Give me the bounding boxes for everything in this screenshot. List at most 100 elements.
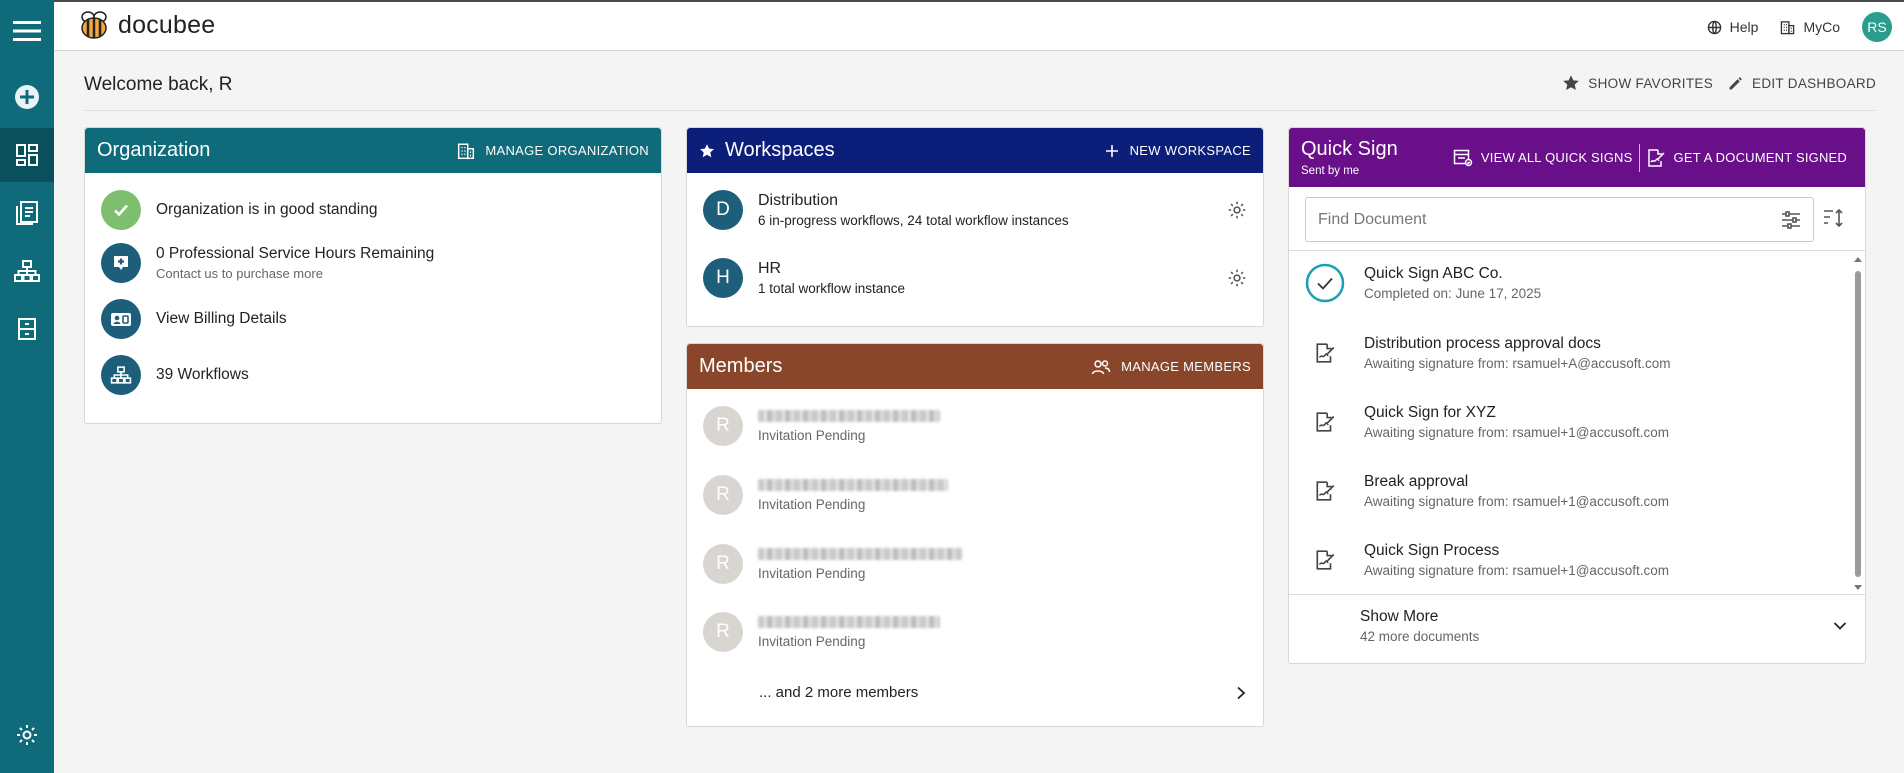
member-item[interactable]: R Invitation Pending bbox=[703, 406, 940, 446]
building-icon bbox=[458, 143, 475, 159]
new-workspace-button[interactable]: NEW WORKSPACE bbox=[1104, 143, 1251, 159]
quick-sign-name: Quick Sign ABC Co. bbox=[1364, 265, 1503, 282]
signature-doc-icon bbox=[1647, 148, 1665, 167]
signature-doc-icon bbox=[1305, 402, 1345, 442]
filter-sliders-icon[interactable] bbox=[1781, 210, 1801, 229]
billing-id-icon bbox=[101, 299, 141, 339]
find-document-search bbox=[1305, 197, 1814, 242]
service-hours-row[interactable]: 0 Professional Service Hours Remaining C… bbox=[101, 243, 434, 283]
quick-sign-item[interactable]: Quick Sign for XYZ Awaiting signature fr… bbox=[1305, 402, 1837, 442]
organization-title: Organization bbox=[97, 139, 211, 161]
dashboard-icon[interactable] bbox=[0, 128, 54, 182]
members-card: Members MANAGE MEMBERS R Invitation Pend… bbox=[686, 343, 1264, 727]
member-email-redacted bbox=[758, 478, 948, 491]
workspace-item[interactable]: D Distribution 6 in-progress workflows, … bbox=[703, 190, 1247, 230]
help-label: Help bbox=[1729, 19, 1759, 35]
documents-icon[interactable] bbox=[0, 186, 54, 240]
signature-doc-icon bbox=[1305, 333, 1345, 373]
show-favorites-button[interactable]: SHOW FAVORITES bbox=[1562, 74, 1713, 92]
manage-organization-label: MANAGE ORGANIZATION bbox=[485, 143, 649, 158]
app-name: docubee bbox=[118, 10, 216, 39]
check-icon bbox=[101, 190, 141, 230]
find-document-input[interactable] bbox=[1318, 210, 1781, 229]
member-avatar: R bbox=[703, 475, 743, 515]
view-all-quick-signs-button[interactable]: VIEW ALL QUICK SIGNS bbox=[1447, 149, 1639, 167]
quick-sign-meta: Awaiting signature from: rsamuel+1@accus… bbox=[1364, 494, 1669, 509]
top-bar: docubee Help MyCo RS bbox=[54, 0, 1904, 51]
quick-sign-item[interactable]: Quick Sign ABC Co. Completed on: June 17… bbox=[1305, 263, 1837, 303]
quick-sign-name: Distribution process approval docs bbox=[1364, 335, 1601, 352]
show-favorites-label: SHOW FAVORITES bbox=[1588, 75, 1714, 91]
quick-sign-item[interactable]: Quick Sign Process Awaiting signature fr… bbox=[1305, 540, 1837, 580]
chevron-down-icon bbox=[1833, 622, 1847, 630]
view-all-quick-signs-label: VIEW ALL QUICK SIGNS bbox=[1480, 150, 1633, 165]
org-standing-text: Organization is in good standing bbox=[156, 201, 378, 218]
workspace-settings-gear-icon[interactable] bbox=[1227, 200, 1247, 220]
workspace-avatar: D bbox=[703, 190, 743, 230]
org-switcher[interactable]: MyCo bbox=[1780, 19, 1840, 35]
more-members-text: ... and 2 more members bbox=[759, 684, 919, 701]
member-avatar: R bbox=[703, 612, 743, 652]
docubee-logo[interactable]: docubee bbox=[76, 10, 215, 40]
workspace-item[interactable]: H HR 1 total workflow instance bbox=[703, 258, 1247, 298]
billing-details-text: View Billing Details bbox=[156, 310, 287, 327]
quick-sign-list[interactable]: Quick Sign ABC Co. Completed on: June 17… bbox=[1289, 250, 1865, 595]
member-status: Invitation Pending bbox=[758, 427, 866, 443]
scrollbar-thumb[interactable] bbox=[1855, 271, 1861, 577]
quick-sign-meta: Awaiting signature from: rsamuel+A@accus… bbox=[1364, 356, 1671, 371]
member-item[interactable]: R Invitation Pending bbox=[703, 544, 962, 584]
plus-icon bbox=[1105, 144, 1118, 157]
member-item[interactable]: R Invitation Pending bbox=[703, 475, 948, 515]
quick-sign-meta: Awaiting signature from: rsamuel+1@accus… bbox=[1364, 425, 1669, 440]
quick-sign-item[interactable]: Distribution process approval docs Await… bbox=[1305, 333, 1837, 373]
user-avatar[interactable]: RS bbox=[1862, 12, 1892, 42]
organization-card: Organization MANAGE ORGANIZATION Organiz… bbox=[84, 127, 662, 424]
quick-sign-title: Quick Sign bbox=[1301, 138, 1398, 160]
check-circle-icon bbox=[1305, 263, 1345, 303]
member-item[interactable]: R Invitation Pending bbox=[703, 612, 940, 652]
edit-dashboard-button[interactable]: EDIT DASHBOARD bbox=[1727, 74, 1876, 92]
hamburger-menu-icon[interactable] bbox=[0, 4, 54, 58]
member-email-redacted bbox=[758, 409, 940, 422]
manage-organization-button[interactable]: MANAGE ORGANIZATION bbox=[457, 142, 649, 160]
quick-sign-card: Quick Sign Sent by me VIEW ALL QUICK SIG… bbox=[1288, 127, 1866, 664]
edit-dashboard-label: EDIT DASHBOARD bbox=[1752, 75, 1876, 91]
new-workspace-label: NEW WORKSPACE bbox=[1129, 143, 1251, 158]
workspace-settings-gear-icon[interactable] bbox=[1227, 268, 1247, 288]
billing-details-row[interactable]: View Billing Details bbox=[101, 299, 287, 339]
workflows-icon[interactable] bbox=[0, 244, 54, 298]
list-scrollbar[interactable] bbox=[1853, 255, 1863, 592]
org-name: MyCo bbox=[1803, 19, 1840, 35]
help-link[interactable]: Help bbox=[1707, 19, 1759, 35]
more-members-link[interactable]: ... and 2 more members bbox=[759, 684, 1247, 701]
settings-gear-icon[interactable] bbox=[0, 708, 54, 762]
workspace-name: HR bbox=[758, 260, 782, 277]
medical-plus-icon bbox=[101, 243, 141, 283]
left-nav-rail bbox=[0, 0, 54, 773]
workspace-avatar: H bbox=[703, 258, 743, 298]
file-cabinet-icon[interactable] bbox=[0, 302, 54, 356]
quick-sign-meta: Awaiting signature from: rsamuel+1@accus… bbox=[1364, 563, 1669, 578]
workflow-tree-icon bbox=[101, 355, 141, 395]
quick-sign-item[interactable]: Break approval Awaiting signature from: … bbox=[1305, 471, 1837, 511]
show-more-button[interactable]: Show More 42 more documents bbox=[1360, 608, 1847, 644]
manage-members-label: MANAGE MEMBERS bbox=[1121, 359, 1251, 374]
member-status: Invitation Pending bbox=[758, 565, 866, 581]
quick-sign-name: Quick Sign Process bbox=[1364, 542, 1500, 559]
workflows-count-text: 39 Workflows bbox=[156, 366, 249, 383]
get-document-signed-button[interactable]: GET A DOCUMENT SIGNED bbox=[1640, 148, 1853, 168]
member-email-redacted bbox=[758, 547, 962, 560]
star-icon bbox=[700, 143, 714, 157]
create-plus-icon[interactable] bbox=[0, 70, 54, 124]
sort-icon[interactable] bbox=[1823, 208, 1845, 228]
org-standing-row: Organization is in good standing bbox=[101, 190, 377, 230]
workspace-name: Distribution bbox=[758, 192, 839, 209]
workspace-description: 1 total workflow instance bbox=[758, 281, 906, 296]
quick-sign-name: Break approval bbox=[1364, 473, 1469, 490]
welcome-heading: Welcome back, R bbox=[84, 74, 233, 95]
workflows-row[interactable]: 39 Workflows bbox=[101, 355, 249, 395]
manage-members-button[interactable]: MANAGE MEMBERS bbox=[1091, 359, 1251, 375]
member-email-redacted bbox=[758, 615, 940, 628]
member-avatar: R bbox=[703, 406, 743, 446]
chevron-right-icon bbox=[1237, 686, 1246, 699]
